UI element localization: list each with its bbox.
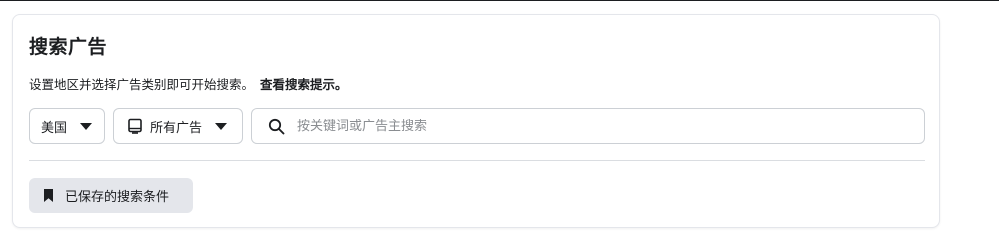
ad-category-dropdown[interactable]: 所有广告	[113, 108, 243, 144]
instructions-text: 设置地区并选择广告类别即可开始搜索。 查看搜索提示。	[29, 74, 348, 93]
instructions-label: 设置地区并选择广告类别即可开始搜索。	[29, 77, 255, 92]
section-divider	[29, 160, 925, 161]
saved-searches-label: 已保存的搜索条件	[65, 190, 170, 205]
top-border-line	[0, 0, 999, 1]
saved-searches-button[interactable]: 已保存的搜索条件	[29, 178, 193, 213]
ad-category-dropdown-value: 所有广告	[150, 120, 203, 136]
country-dropdown[interactable]: 美国	[29, 108, 105, 144]
country-dropdown-value: 美国	[41, 120, 68, 136]
search-ads-panel: 搜索广告 设置地区并选择广告类别即可开始搜索。查看搜索提示。 美国 所有广告	[12, 14, 940, 228]
search-field[interactable]	[251, 108, 925, 144]
device-icon	[127, 118, 143, 134]
page-title: 搜索广告	[29, 36, 108, 58]
search-input[interactable]	[297, 118, 897, 134]
chevron-down-icon	[215, 122, 228, 130]
search-tips-link[interactable]: 查看搜索提示。	[260, 77, 348, 92]
chevron-down-icon	[80, 122, 93, 130]
bookmark-icon	[43, 188, 54, 203]
search-icon	[268, 118, 285, 135]
